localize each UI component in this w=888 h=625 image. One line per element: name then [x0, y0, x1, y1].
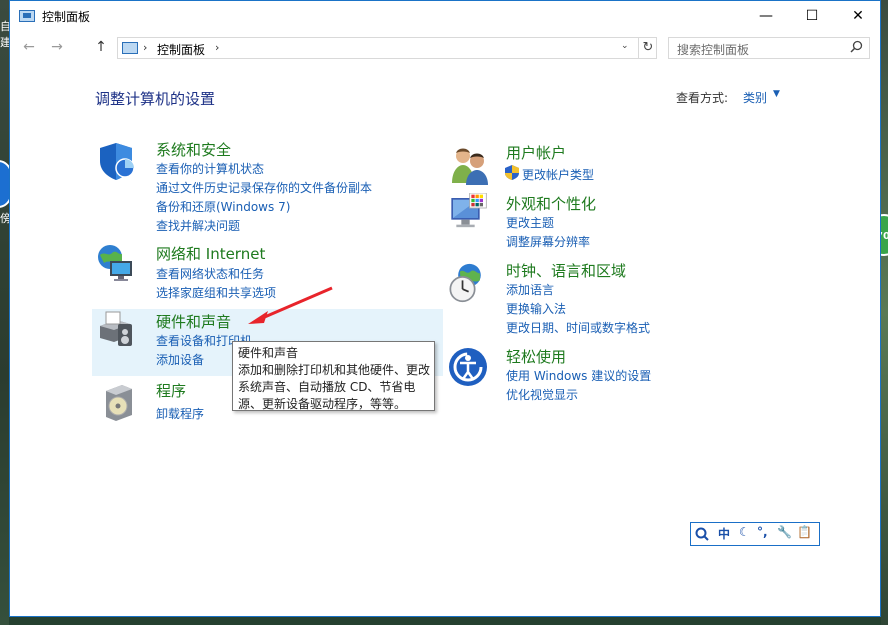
desktop-background-left	[0, 0, 9, 625]
search-icon[interactable]	[850, 40, 863, 53]
ime-toolbar[interactable]: 中 ☾ °, 🔧 📋	[690, 522, 820, 546]
link-view-computer-status[interactable]: 查看你的计算机状态	[156, 160, 264, 177]
breadcrumb-control-panel[interactable]: 控制面板	[157, 41, 205, 58]
breadcrumb-separator-icon[interactable]: ›	[215, 41, 219, 54]
window-title: 控制面板	[42, 10, 91, 24]
tooltip-line: 系统声音、自动播放 CD、节省电	[238, 380, 416, 394]
monitor-palette-icon[interactable]	[448, 193, 488, 233]
clock-globe-icon[interactable]	[446, 263, 486, 303]
close-button[interactable]: ✕	[835, 1, 881, 32]
ime-search-icon[interactable]	[695, 527, 709, 541]
chevron-down-icon[interactable]: ⌄	[621, 41, 629, 51]
red-arrow-annotation	[248, 286, 333, 324]
tooltip-title: 硬件和声音	[238, 346, 299, 360]
link-date-time-format[interactable]: 更改日期、时间或数字格式	[506, 319, 650, 336]
desktop-background-right	[881, 0, 888, 625]
title-bar[interactable]: 控制面板 — ☐ ✕	[10, 1, 880, 32]
category-title-appearance[interactable]: 外观和个性化	[506, 193, 596, 214]
link-add-device[interactable]: 添加设备	[156, 351, 204, 368]
link-uninstall-program[interactable]: 卸载程序	[156, 405, 204, 422]
chevron-down-icon[interactable]: ▼	[773, 89, 780, 99]
back-arrow-icon[interactable]: ←	[18, 39, 40, 57]
shield-icon[interactable]	[98, 141, 138, 181]
link-add-language[interactable]: 添加语言	[506, 281, 554, 298]
programs-disc-icon[interactable]	[100, 381, 140, 421]
printer-speaker-icon[interactable]	[96, 308, 136, 348]
search-input[interactable]: 搜索控制面板	[677, 41, 749, 58]
view-by-dropdown[interactable]: 类别	[743, 89, 767, 106]
link-change-account-type[interactable]: 更改帐户类型	[522, 166, 594, 183]
view-by-label: 查看方式:	[676, 91, 729, 105]
refresh-icon[interactable]: ↻	[638, 37, 657, 59]
link-optimize-visual-display[interactable]: 优化视觉显示	[506, 386, 578, 403]
link-windows-recommended-settings[interactable]: 使用 Windows 建议的设置	[506, 367, 651, 384]
clipboard-icon[interactable]: 📋	[797, 525, 812, 539]
ime-chinese-mode[interactable]: 中	[718, 525, 730, 542]
page-title: 调整计算机的设置	[95, 90, 216, 108]
link-troubleshoot[interactable]: 查找并解决问题	[156, 217, 240, 234]
category-title-network-internet[interactable]: 网络和 Internet	[156, 243, 265, 264]
tooltip-line: 源、更新设备驱动程序，等等。	[238, 397, 407, 411]
tooltip-line: 添加和删除打印机和其他硬件、更改	[238, 363, 431, 377]
users-icon[interactable]	[450, 145, 490, 185]
category-title-system-security[interactable]: 系统和安全	[156, 139, 231, 160]
control-panel-icon	[122, 42, 138, 54]
ime-halfwidth-icon[interactable]: ☾	[739, 525, 750, 539]
uac-shield-icon	[505, 165, 519, 180]
tooltip-hardware-sound: 硬件和声音 添加和删除打印机和其他硬件、更改 系统声音、自动播放 CD、节省电 …	[232, 341, 435, 411]
maximize-button[interactable]: ☐	[789, 1, 835, 32]
control-panel-window: 控制面板 — ☐ ✕ ← → ↑ › 控制面板 › ⌄ ↻ 搜索控制面板 调整计…	[9, 0, 881, 617]
forward-arrow-icon[interactable]: →	[46, 39, 68, 57]
category-title-ease-of-access[interactable]: 轻松使用	[506, 346, 566, 367]
link-change-theme[interactable]: 更改主题	[506, 214, 554, 231]
link-screen-resolution[interactable]: 调整屏幕分辨率	[506, 233, 590, 250]
category-title-clock-region[interactable]: 时钟、语言和区域	[506, 260, 626, 281]
link-file-history[interactable]: 通过文件历史记录保存你的文件备份副本	[156, 179, 372, 196]
category-title-user-accounts[interactable]: 用户帐户	[506, 142, 566, 163]
address-bar[interactable]: › 控制面板 › ⌄ ↻	[117, 37, 657, 59]
network-globe-icon[interactable]	[96, 243, 136, 283]
link-network-status[interactable]: 查看网络状态和任务	[156, 265, 264, 282]
link-change-input-method[interactable]: 更换输入法	[506, 300, 566, 317]
breadcrumb-separator-icon[interactable]: ›	[143, 41, 147, 54]
wrench-icon[interactable]: 🔧	[777, 525, 792, 539]
control-panel-icon	[19, 10, 35, 22]
ease-of-access-icon[interactable]	[448, 347, 488, 387]
category-title-hardware-sound[interactable]: 硬件和声音	[156, 311, 231, 332]
minimize-button[interactable]: —	[743, 1, 789, 32]
category-title-programs[interactable]: 程序	[156, 380, 186, 401]
up-arrow-icon[interactable]: ↑	[90, 39, 112, 57]
search-box[interactable]: 搜索控制面板	[668, 37, 870, 59]
link-backup-restore[interactable]: 备份和还原(Windows 7)	[156, 198, 290, 215]
navigation-bar: ← → ↑ › 控制面板 › ⌄ ↻ 搜索控制面板	[10, 32, 880, 64]
ime-punctuation-icon[interactable]: °,	[757, 525, 768, 539]
